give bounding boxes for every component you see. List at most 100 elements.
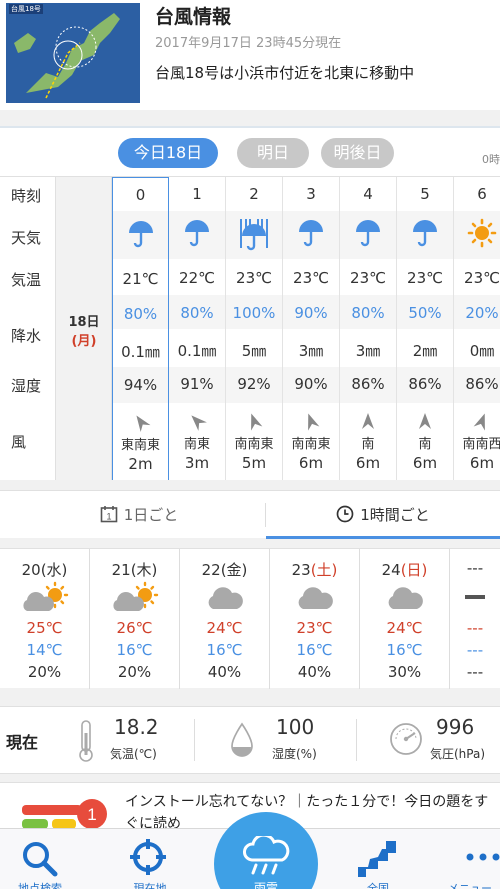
typhoon-message: 台風18号は小浜市付近を北東に移動中 xyxy=(155,64,415,82)
nav-search[interactable]: 地点検索 xyxy=(0,829,80,889)
current-pressure: 996 気圧(hPa) xyxy=(384,707,500,775)
tab-hourly[interactable]: 1時間ごと xyxy=(266,491,500,539)
notification-badge: 1 xyxy=(87,805,96,824)
day-column[interactable]: 23(土) 23℃ 16℃ 40% xyxy=(270,549,360,689)
label-time: 時刻 xyxy=(11,187,42,205)
hour-wind-speed: 2m xyxy=(128,455,153,473)
hour-temp: 23℃ xyxy=(464,269,500,287)
date-column: 18日 (月) xyxy=(56,177,112,480)
hour-precip-prob: 100% xyxy=(232,304,276,322)
hour-wind-speed: 6m xyxy=(355,454,381,472)
hour-humidity: 92% xyxy=(237,375,271,393)
hour-precip-amount: 0.1㎜ xyxy=(177,342,217,360)
nav-search-label: 地点検索 xyxy=(18,882,62,889)
wind-arrow-icon xyxy=(283,413,339,433)
weekly-forecast[interactable]: 20(水) 25℃ 14℃ 20% 21(木) 26℃ 16℃ 20% 22(金) 24℃ 16℃ 4… xyxy=(0,548,500,689)
hour-precip-prob: 80% xyxy=(180,304,214,322)
typhoon-map: 台風18号 xyxy=(6,3,140,103)
cloud-icon xyxy=(180,581,269,615)
hour-label: 6 xyxy=(477,185,487,203)
date-day: 18日 xyxy=(68,315,100,330)
crosshair-icon xyxy=(130,839,166,875)
current-label: 現在 xyxy=(6,733,39,752)
hour-label: 5 xyxy=(420,185,430,203)
hour-humidity: 90% xyxy=(294,375,328,393)
nav-menu[interactable]: メニュー xyxy=(440,829,500,889)
cloud-sun-icon xyxy=(0,581,89,615)
hour-label: 1 xyxy=(192,185,202,203)
hour-wind-direction: 南 xyxy=(361,437,375,452)
hour-precip-amount: 3㎜ xyxy=(355,342,381,360)
hour-precip-amount: 2㎜ xyxy=(412,342,438,360)
hourly-forecast[interactable]: 時刻 天気 気温 降水 湿度 風 18日 (月) 0 21℃ 80% 0.1㎜ 94% 東… xyxy=(0,176,500,480)
row-labels: 時刻 天気 気温 降水 湿度 風 xyxy=(0,177,56,480)
hour-humidity: 86% xyxy=(408,375,442,393)
tab-daily[interactable]: 1 1日ごと xyxy=(14,491,264,539)
hour-precip-amount: 5㎜ xyxy=(241,342,267,360)
day-low: 16℃ xyxy=(116,641,153,659)
day-low: 16℃ xyxy=(206,641,243,659)
cloud-icon xyxy=(270,581,359,615)
day-high: 23℃ xyxy=(296,619,333,637)
day-low: 14℃ xyxy=(26,641,63,659)
dash-icon xyxy=(450,581,500,615)
day-precip: 40% xyxy=(207,663,242,681)
wind-arrow-icon xyxy=(226,413,282,433)
tab-day-after[interactable]: 明後日 xyxy=(321,138,394,168)
cloud-sun-icon xyxy=(90,581,179,615)
search-icon xyxy=(23,842,58,877)
hour-column[interactable]: 2 23℃ 100% 5㎜ 92% 南南東 5m xyxy=(226,177,283,480)
nav-current-location[interactable]: 現在地 xyxy=(110,829,190,889)
hour-humidity: 86% xyxy=(351,375,385,393)
hour-wind-speed: 6m xyxy=(298,454,324,472)
current-pressure-value: 996 xyxy=(436,715,475,739)
nav-nationwide-label: 全国 xyxy=(367,882,389,889)
hour-column[interactable]: 4 23℃ 80% 3㎜ 86% 南 6m xyxy=(340,177,397,480)
day-high: 25℃ xyxy=(26,619,63,637)
current-humidity: 100 湿度(%) xyxy=(222,707,352,775)
tab-tomorrow[interactable]: 明日 xyxy=(237,138,309,168)
hour-wind-direction: 南 xyxy=(418,437,432,452)
hour-precip-prob: 20% xyxy=(465,304,499,322)
wind-arrow-icon xyxy=(340,413,396,433)
hour-temp: 21℃ xyxy=(122,270,159,288)
day-low: 16℃ xyxy=(296,641,333,659)
hour-precip-amount: 0㎜ xyxy=(469,342,495,360)
label-temp: 気温 xyxy=(11,271,42,289)
day-date: 23(土) xyxy=(291,561,338,579)
hour-column[interactable]: 5 23℃ 50% 2㎜ 86% 南 6m xyxy=(397,177,454,480)
hour-column[interactable]: 6 23℃ 20% 0㎜ 86% 南南西 6m xyxy=(454,177,500,480)
hour-column[interactable]: 1 22℃ 80% 0.1㎜ 91% 南東 3m xyxy=(169,177,226,480)
hour-precip-amount: 0.1㎜ xyxy=(121,343,160,361)
thermometer-icon xyxy=(79,720,93,762)
day-date: 24(日) xyxy=(381,561,428,579)
wind-arrow-icon xyxy=(454,413,500,433)
day-precip: --- xyxy=(466,663,484,681)
day-column[interactable]: 24(日) 24℃ 16℃ 30% xyxy=(360,549,450,689)
day-date: 21(木) xyxy=(111,561,158,579)
drop-icon xyxy=(231,722,253,757)
day-column[interactable]: 21(木) 26℃ 16℃ 20% xyxy=(90,549,180,689)
tab-today[interactable]: 今日18日 xyxy=(118,138,218,168)
hour-column[interactable]: 0 21℃ 80% 0.1㎜ 94% 東南東 2m xyxy=(112,177,169,480)
wind-arrow-icon xyxy=(397,413,453,433)
nav-menu-label: メニュー xyxy=(448,882,492,889)
day-precip: 40% xyxy=(297,663,332,681)
day-column[interactable]: 22(金) 24℃ 16℃ 40% xyxy=(180,549,270,689)
umbrella-icon xyxy=(113,219,168,253)
hour-temp: 22℃ xyxy=(179,269,215,287)
hour-wind-direction: 東南東 xyxy=(120,438,160,453)
hour-column[interactable]: 3 23℃ 90% 3㎜ 90% 南南東 6m xyxy=(283,177,340,480)
day-column[interactable]: 20(水) 25℃ 14℃ 20% xyxy=(0,549,90,689)
sun-icon xyxy=(454,218,500,252)
day-column[interactable]: --- --- --- --- xyxy=(450,549,500,689)
typhoon-banner[interactable]: 台風18号 台風情報 2017年9月17日 23時45分現在 台風18号は小浜市… xyxy=(0,0,500,110)
svg-text:1: 1 xyxy=(106,512,111,522)
tab-daily-label: 1日ごと xyxy=(123,506,179,524)
hour-precip-amount: 3㎜ xyxy=(298,342,324,360)
clock-icon xyxy=(336,505,354,523)
nav-rain-cloud-label: 雨雲 xyxy=(253,881,278,889)
nav-nationwide[interactable]: 全国 xyxy=(338,829,418,889)
hour-wind-direction: 南東 xyxy=(183,437,210,452)
hour-wind-speed: 6m xyxy=(469,454,495,472)
